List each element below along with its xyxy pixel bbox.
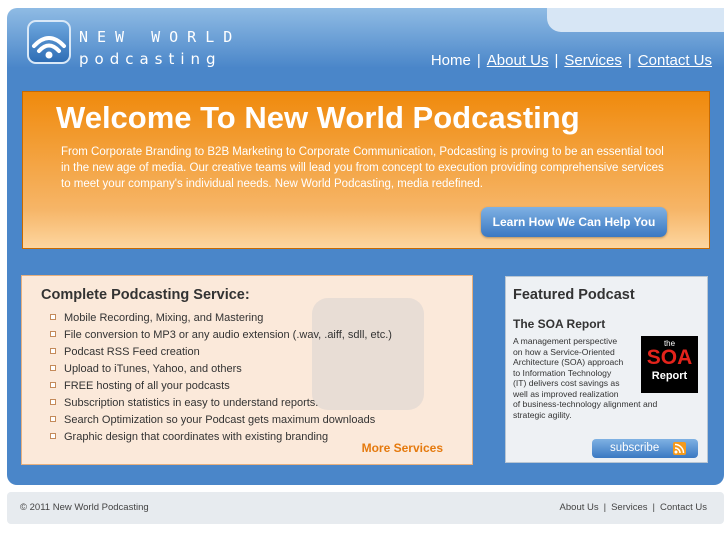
main-panel: Welcome To New World Podcasting From Cor… — [7, 68, 724, 485]
bullet-icon — [50, 399, 56, 405]
more-services-link[interactable]: More Services — [362, 441, 443, 455]
footer-link-services[interactable]: Services — [611, 502, 647, 513]
hero-banner: Welcome To New World Podcasting From Cor… — [22, 91, 710, 249]
footer-link-about-us[interactable]: About Us — [560, 502, 599, 513]
header-tab-decoration — [547, 8, 724, 32]
featured-podcast-panel: Featured Podcast The SOA Report A manage… — [505, 276, 708, 463]
nav-contact-us[interactable]: Contact Us — [638, 52, 712, 69]
logo-subtitle: podcasting — [79, 50, 222, 68]
footer-link-contact-us[interactable]: Contact Us — [660, 502, 707, 513]
wifi-logo-icon[interactable] — [27, 20, 71, 64]
list-item: FREE hosting of all your podcasts — [50, 378, 392, 395]
list-item: Upload to iTunes, Yahoo, and others — [50, 361, 392, 378]
site-header: NEW WORLD podcasting Home | About Us | Servi… — [7, 8, 724, 69]
nav-home[interactable]: Home — [431, 52, 471, 69]
nav-separator: | — [476, 52, 481, 69]
list-item-text: Upload to iTunes, Yahoo, and others — [64, 363, 242, 375]
soa-report-logo[interactable]: the SOA Report — [641, 336, 698, 393]
logo-title: NEW WORLD — [79, 28, 242, 46]
list-item: Search Optimization so your Podcast gets… — [50, 412, 392, 429]
desc-line: A management perspective — [513, 336, 618, 346]
rss-icon — [673, 442, 686, 455]
nav-services[interactable]: Services — [564, 52, 622, 69]
bullet-icon — [50, 314, 56, 320]
list-item-text: File conversion to MP3 or any audio exte… — [64, 329, 392, 341]
footer-separator: | — [652, 502, 655, 513]
desc-line: to Information Technology — [513, 367, 612, 378]
list-item: Subscription statistics in easy to under… — [50, 395, 392, 412]
soa-logo-report: Report — [651, 370, 688, 382]
copyright-text: © 2011 New World Podcasting — [20, 502, 149, 513]
bullet-icon — [50, 416, 56, 422]
list-item-text: Search Optimization so your Podcast gets… — [64, 414, 376, 426]
desc-line: strategic agility. — [513, 409, 572, 420]
list-item: Mobile Recording, Mixing, and Mastering — [50, 310, 392, 327]
hero-description: From Corporate Branding to B2B Marketing… — [61, 146, 664, 190]
soa-logo-big: SOA — [646, 346, 693, 369]
footer-separator: | — [603, 502, 607, 513]
bullet-icon — [50, 365, 56, 371]
list-item-text: Podcast RSS Feed creation — [64, 346, 200, 358]
desc-line: well as improved realization — [513, 388, 619, 399]
featured-podcast-name: The SOA Report — [513, 317, 606, 331]
nav-about-us[interactable]: About Us — [487, 52, 549, 69]
desc-line: on how a Service-Oriented — [513, 346, 615, 357]
bullet-icon — [50, 348, 56, 354]
desc-line: (IT) delivers cost savings as — [513, 378, 620, 388]
desc-line: Architecture (SOA) approach — [513, 357, 624, 367]
nav-separator: | — [627, 52, 632, 69]
hero-title: Welcome To New World Podcasting — [56, 100, 580, 135]
list-item-text: Subscription statistics in easy to under… — [64, 397, 319, 409]
footer-links: About Us | Services | Contact Us — [560, 502, 707, 513]
bullet-icon — [50, 433, 56, 439]
learn-more-button[interactable]: Learn How We Can Help You — [481, 207, 667, 237]
featured-title: Featured Podcast — [513, 287, 635, 303]
bullet-icon — [50, 331, 56, 337]
list-item: Podcast RSS Feed creation — [50, 344, 392, 361]
services-panel: Complete Podcasting Service: Mobile Reco… — [21, 275, 473, 465]
list-item: Graphic design that coordinates with exi… — [50, 429, 392, 446]
list-item-text: Graphic design that coordinates with exi… — [64, 431, 329, 443]
subscribe-label: subscribe — [610, 442, 660, 454]
subscribe-button[interactable]: subscribe — [592, 439, 698, 458]
services-list: Mobile Recording, Mixing, and Mastering … — [50, 310, 392, 446]
list-item: File conversion to MP3 or any audio exte… — [50, 327, 392, 344]
site-footer: © 2011 New World Podcasting About Us | Ser… — [7, 492, 724, 524]
nav-separator: | — [554, 52, 559, 69]
list-item-text: Mobile Recording, Mixing, and Mastering — [64, 312, 264, 324]
main-nav: Home | About Us | Services | Contact Us — [431, 52, 712, 69]
desc-line: of business-technology alignment and — [513, 399, 658, 409]
services-title: Complete Podcasting Service: — [41, 287, 250, 303]
list-item-text: FREE hosting of all your podcasts — [64, 380, 230, 392]
bullet-icon — [50, 382, 56, 388]
